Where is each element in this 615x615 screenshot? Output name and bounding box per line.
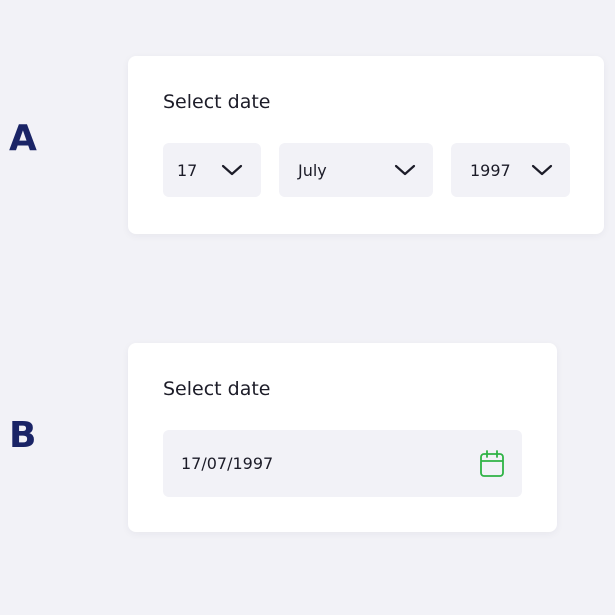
chevron-down-icon <box>530 163 554 177</box>
date-input-field[interactable]: 17/07/1997 <box>163 430 522 497</box>
variant-b-label: B <box>9 415 37 456</box>
text-date-picker-card: Select date 17/07/1997 <box>128 343 557 532</box>
calendar-icon[interactable] <box>479 450 505 478</box>
year-select-value: 1997 <box>470 160 511 180</box>
date-input-value: 17/07/1997 <box>181 454 274 473</box>
dropdown-date-picker-card: Select date 17 July 1997 <box>128 56 604 234</box>
select-date-title: Select date <box>163 378 271 400</box>
day-select-value: 17 <box>177 160 198 180</box>
month-select[interactable]: July <box>279 143 433 197</box>
year-select[interactable]: 1997 <box>451 143 570 197</box>
chevron-down-icon <box>220 163 244 177</box>
chevron-down-icon <box>393 163 417 177</box>
month-select-value: July <box>298 160 327 180</box>
day-select[interactable]: 17 <box>163 143 261 197</box>
select-date-title: Select date <box>163 91 271 113</box>
variant-a-label: A <box>9 118 37 159</box>
